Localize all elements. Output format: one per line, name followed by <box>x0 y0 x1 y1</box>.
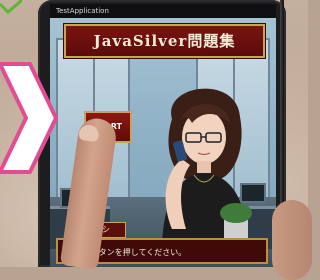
holding-thumb <box>272 200 312 280</box>
status-bar: TestApplication <box>50 4 276 18</box>
app-title: TestApplication <box>56 7 109 15</box>
checkmark-icon <box>0 0 22 14</box>
character-illustration <box>162 88 252 244</box>
pointer-arrow-icon <box>0 62 58 174</box>
title-banner: JavaSilver問題集 <box>64 24 265 58</box>
